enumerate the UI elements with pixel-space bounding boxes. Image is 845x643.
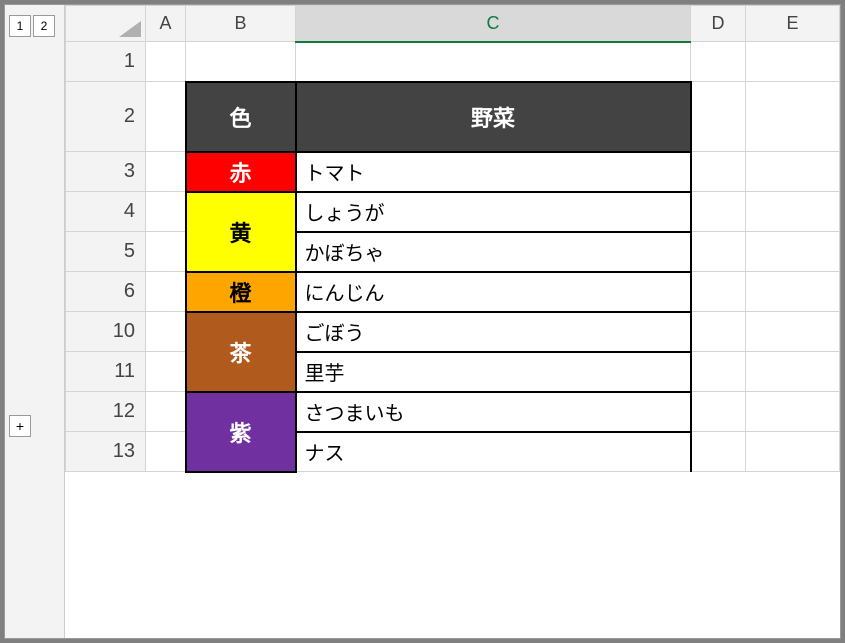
veg-cell[interactable]: トマト — [296, 152, 691, 192]
cell[interactable] — [146, 392, 186, 432]
outline-pane: 1 2 + — [5, 5, 65, 638]
cell[interactable] — [746, 42, 840, 82]
cell[interactable] — [146, 152, 186, 192]
col-header-E[interactable]: E — [746, 6, 840, 42]
row-header[interactable]: 13 — [66, 432, 146, 472]
cell[interactable] — [146, 352, 186, 392]
cell[interactable] — [146, 82, 186, 152]
col-header-B[interactable]: B — [186, 6, 296, 42]
color-category-brown[interactable]: 茶 — [186, 312, 296, 392]
cell[interactable] — [746, 432, 840, 472]
veg-cell[interactable]: さつまいも — [296, 392, 691, 432]
cell[interactable] — [146, 432, 186, 472]
cell[interactable] — [746, 152, 840, 192]
cell[interactable] — [746, 352, 840, 392]
outline-expand-button[interactable]: + — [9, 415, 31, 437]
cell[interactable] — [691, 82, 746, 152]
cell[interactable] — [146, 312, 186, 352]
cell[interactable] — [691, 152, 746, 192]
row-header[interactable]: 3 — [66, 152, 146, 192]
cell[interactable] — [746, 392, 840, 432]
cell[interactable] — [296, 42, 691, 82]
row-header[interactable]: 11 — [66, 352, 146, 392]
outline-level-1[interactable]: 1 — [9, 15, 31, 37]
row-header[interactable]: 12 — [66, 392, 146, 432]
cell[interactable] — [746, 82, 840, 152]
cell[interactable] — [746, 232, 840, 272]
grid-area[interactable]: A B C D E 1 2 — [65, 5, 840, 638]
cell[interactable] — [691, 352, 746, 392]
table-header-color[interactable]: 色 — [186, 82, 296, 152]
outline-level-buttons: 1 2 — [5, 5, 64, 47]
cell[interactable] — [146, 232, 186, 272]
row-header[interactable]: 6 — [66, 272, 146, 312]
spreadsheet-window: 1 2 + A B C D E 1 — [4, 4, 841, 639]
row-header[interactable]: 10 — [66, 312, 146, 352]
cell[interactable] — [146, 192, 186, 232]
col-header-C[interactable]: C — [296, 6, 691, 42]
cell[interactable] — [691, 272, 746, 312]
cell[interactable] — [691, 392, 746, 432]
spreadsheet-grid[interactable]: A B C D E 1 2 — [65, 5, 840, 473]
select-all-corner[interactable] — [66, 6, 146, 42]
row-header[interactable]: 5 — [66, 232, 146, 272]
veg-cell[interactable]: にんじん — [296, 272, 691, 312]
color-category-purple[interactable]: 紫 — [186, 392, 296, 472]
color-category-red[interactable]: 赤 — [186, 152, 296, 192]
cell[interactable] — [146, 42, 186, 82]
column-header-row: A B C D E — [66, 6, 840, 42]
outline-level-2[interactable]: 2 — [33, 15, 55, 37]
cell[interactable] — [746, 312, 840, 352]
table-header-veg[interactable]: 野菜 — [296, 82, 691, 152]
veg-cell[interactable]: かぼちゃ — [296, 232, 691, 272]
veg-cell[interactable]: ナス — [296, 432, 691, 472]
cell[interactable] — [691, 42, 746, 82]
row-header[interactable]: 4 — [66, 192, 146, 232]
veg-cell[interactable]: ごぼう — [296, 312, 691, 352]
veg-cell[interactable]: しょうが — [296, 192, 691, 232]
cell[interactable] — [691, 232, 746, 272]
cell[interactable] — [691, 192, 746, 232]
color-category-yellow[interactable]: 黄 — [186, 192, 296, 272]
cell[interactable] — [746, 272, 840, 312]
cell[interactable] — [691, 312, 746, 352]
cell[interactable] — [691, 432, 746, 472]
col-header-A[interactable]: A — [146, 6, 186, 42]
col-header-D[interactable]: D — [691, 6, 746, 42]
cell[interactable] — [746, 192, 840, 232]
cell[interactable] — [186, 42, 296, 82]
veg-cell[interactable]: 里芋 — [296, 352, 691, 392]
color-category-orange[interactable]: 橙 — [186, 272, 296, 312]
row-header[interactable]: 1 — [66, 42, 146, 82]
cell[interactable] — [146, 272, 186, 312]
row-header[interactable]: 2 — [66, 82, 146, 152]
